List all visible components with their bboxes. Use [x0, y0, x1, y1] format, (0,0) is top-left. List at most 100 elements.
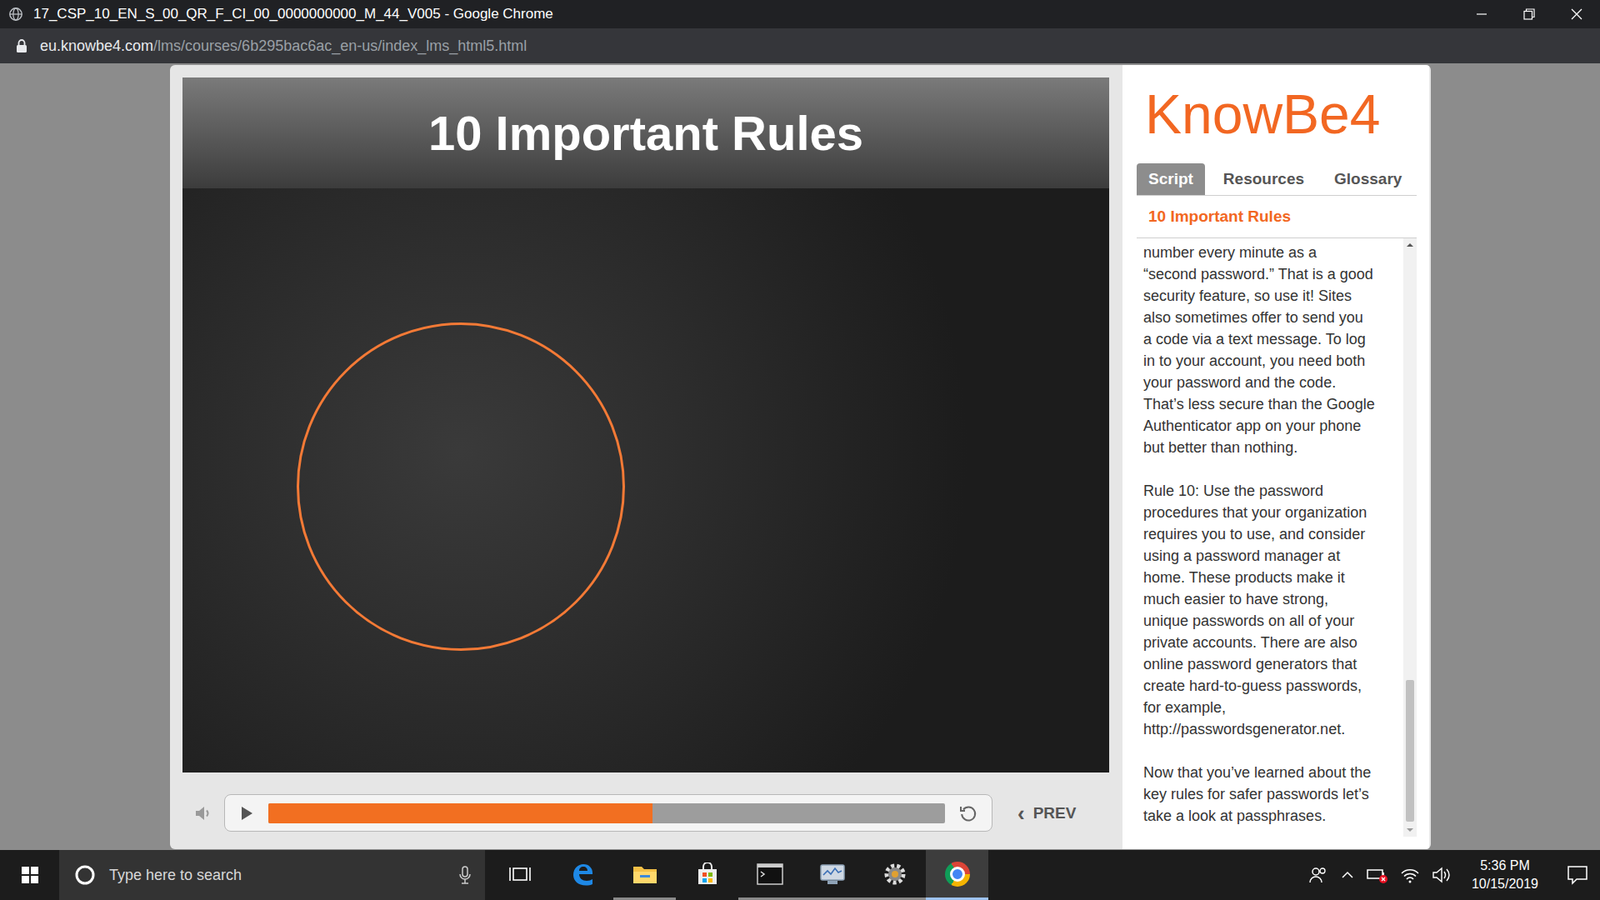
- prev-button[interactable]: ‹ PREV: [1010, 796, 1083, 830]
- microphone-icon[interactable]: [458, 865, 472, 885]
- battery-icon[interactable]: [1366, 865, 1389, 885]
- knowbe4-logo: KnowBe4: [1136, 65, 1417, 164]
- progress-track[interactable]: [268, 803, 945, 824]
- script-line: requires you to use, and consider: [1143, 523, 1404, 545]
- scroll-down-icon[interactable]: [1403, 823, 1417, 837]
- window-controls: [1457, 0, 1600, 29]
- system-tray: 5:36 PM 10/15/2019: [1308, 850, 1600, 900]
- taskbar-app[interactable]: [863, 850, 926, 900]
- script-line: using a password manager at: [1143, 545, 1404, 567]
- show-hidden-icon[interactable]: [1340, 867, 1355, 883]
- script-line: home. These products make it: [1143, 566, 1404, 589]
- taskbar: Type here to search 5:36 PM 10/15/2019: [0, 850, 1600, 900]
- chevron-left-icon: ‹: [1017, 802, 1025, 825]
- clock-date: 10/15/2019: [1471, 875, 1539, 894]
- panel-tab[interactable]: Script: [1136, 163, 1205, 195]
- title-bar: 17_CSP_10_EN_S_00_QR_F_CI_00_0000000000_…: [0, 0, 1600, 29]
- replay-icon: [959, 804, 978, 823]
- search-box[interactable]: Type here to search: [59, 850, 485, 900]
- script-line: a code via a text message. To log: [1143, 328, 1404, 350]
- restore-icon: [1523, 8, 1535, 20]
- start-button[interactable]: [0, 850, 60, 900]
- volume-icon[interactable]: [1431, 865, 1452, 885]
- script-line: in to your account, you need both: [1143, 350, 1404, 372]
- gear-icon: [882, 861, 908, 887]
- restore-button[interactable]: [1505, 0, 1553, 29]
- side-panel: KnowBe4 ScriptResourcesGlossary 10 Impor…: [1122, 65, 1430, 850]
- scroll-up-icon[interactable]: [1403, 238, 1417, 252]
- speaker-icon: [194, 805, 213, 822]
- slide-title: 10 Important Rules: [428, 105, 864, 161]
- terminal-icon: [756, 863, 784, 885]
- taskbar-app[interactable]: [800, 850, 864, 900]
- people-icon[interactable]: [1308, 865, 1329, 885]
- scrollbar-track: [1403, 251, 1417, 824]
- clock-time: 5:36 PM: [1480, 856, 1530, 875]
- search-placeholder: Type here to search: [109, 866, 242, 885]
- course-player: 10 Important Rules ‹ PREV KnowBe4 Script…: [170, 65, 1431, 850]
- cortana-icon: [74, 864, 96, 886]
- panel-tabs: ScriptResourcesGlossary: [1136, 163, 1417, 196]
- screen: 17_CSP_10_EN_S_00_QR_F_CI_00_0000000000_…: [0, 0, 1600, 900]
- script-line: “second password.” That is a good: [1143, 263, 1404, 285]
- windows-icon: [20, 865, 40, 885]
- script-line: number every minute as a: [1143, 241, 1404, 264]
- script-line: Authenticator app on your phone: [1143, 415, 1404, 437]
- slide: 10 Important Rules: [182, 77, 1110, 773]
- taskbar-app[interactable]: [550, 850, 614, 900]
- script-area: number every minute as a“second password…: [1136, 238, 1417, 837]
- close-icon: [1570, 8, 1583, 20]
- playback-bar: [224, 794, 993, 832]
- script-paragraph: Now that you’ve learned about thekey rul…: [1143, 761, 1404, 827]
- taskbar-app[interactable]: [675, 850, 739, 900]
- script-text: number every minute as a“second password…: [1136, 238, 1404, 837]
- chrome-icon: [945, 861, 970, 887]
- play-button[interactable]: [225, 805, 269, 821]
- monitor-app-icon: [819, 862, 846, 886]
- clock[interactable]: 5:36 PM 10/15/2019: [1463, 856, 1547, 894]
- script-line: private accounts. There are also: [1143, 631, 1404, 654]
- script-line: procedures that your organization: [1143, 501, 1404, 524]
- player-controls: ‹ PREV: [182, 794, 1110, 832]
- store-icon: [695, 862, 720, 886]
- script-line: also sometimes offer to send you: [1143, 306, 1404, 329]
- lock-icon: [15, 38, 29, 54]
- taskbar-app[interactable]: [925, 850, 989, 900]
- script-line: security feature, so use it! Sites: [1143, 285, 1404, 307]
- task-view-icon: [509, 864, 531, 885]
- progress-fill: [268, 803, 653, 824]
- scrollbar-thumb[interactable]: [1405, 680, 1415, 822]
- slide-image: [182, 188, 1110, 773]
- script-line: That’s less secure than the Google: [1143, 393, 1404, 415]
- taskbar-app[interactable]: [738, 850, 801, 900]
- script-line: for example,: [1143, 696, 1404, 719]
- url-text: eu.knowbe4.com/lms/courses/6b295bac6ac_e…: [40, 37, 527, 55]
- minimize-button[interactable]: [1457, 0, 1505, 29]
- scrollbar[interactable]: [1403, 238, 1417, 837]
- script-line: your password and the code.: [1143, 371, 1404, 394]
- script-line: unique passwords on all of your: [1143, 610, 1404, 632]
- slide-area: 10 Important Rules ‹ PREV: [170, 65, 1123, 850]
- orange-ring: [296, 322, 625, 651]
- globe-icon: [8, 6, 24, 22]
- prev-label: PREV: [1033, 804, 1077, 823]
- script-line: Rule 10: Use the password: [1143, 480, 1404, 502]
- window-title: 17_CSP_10_EN_S_00_QR_F_CI_00_0000000000_…: [33, 5, 554, 23]
- script-line: take a look at passphrases.: [1143, 805, 1404, 827]
- script-line: create hard-to-guess passwords,: [1143, 675, 1404, 697]
- notification-icon[interactable]: [1566, 865, 1589, 885]
- address-bar[interactable]: eu.knowbe4.com/lms/courses/6b295bac6ac_e…: [0, 28, 1600, 64]
- script-line: much easier to have strong,: [1143, 588, 1404, 610]
- taskbar-app[interactable]: [613, 850, 676, 900]
- panel-tab[interactable]: Resources: [1211, 163, 1316, 195]
- taskbar-app[interactable]: [488, 850, 551, 900]
- wifi-icon[interactable]: [1400, 865, 1420, 885]
- slide-header: 10 Important Rules: [182, 77, 1110, 189]
- minimize-icon: [1475, 8, 1488, 20]
- close-button[interactable]: [1552, 0, 1600, 29]
- folder-icon: [632, 863, 658, 885]
- mute-button[interactable]: [182, 805, 225, 822]
- replay-button[interactable]: [945, 804, 992, 823]
- script-line: key rules for safer passwords let’s: [1143, 783, 1404, 805]
- panel-tab[interactable]: Glossary: [1322, 163, 1414, 195]
